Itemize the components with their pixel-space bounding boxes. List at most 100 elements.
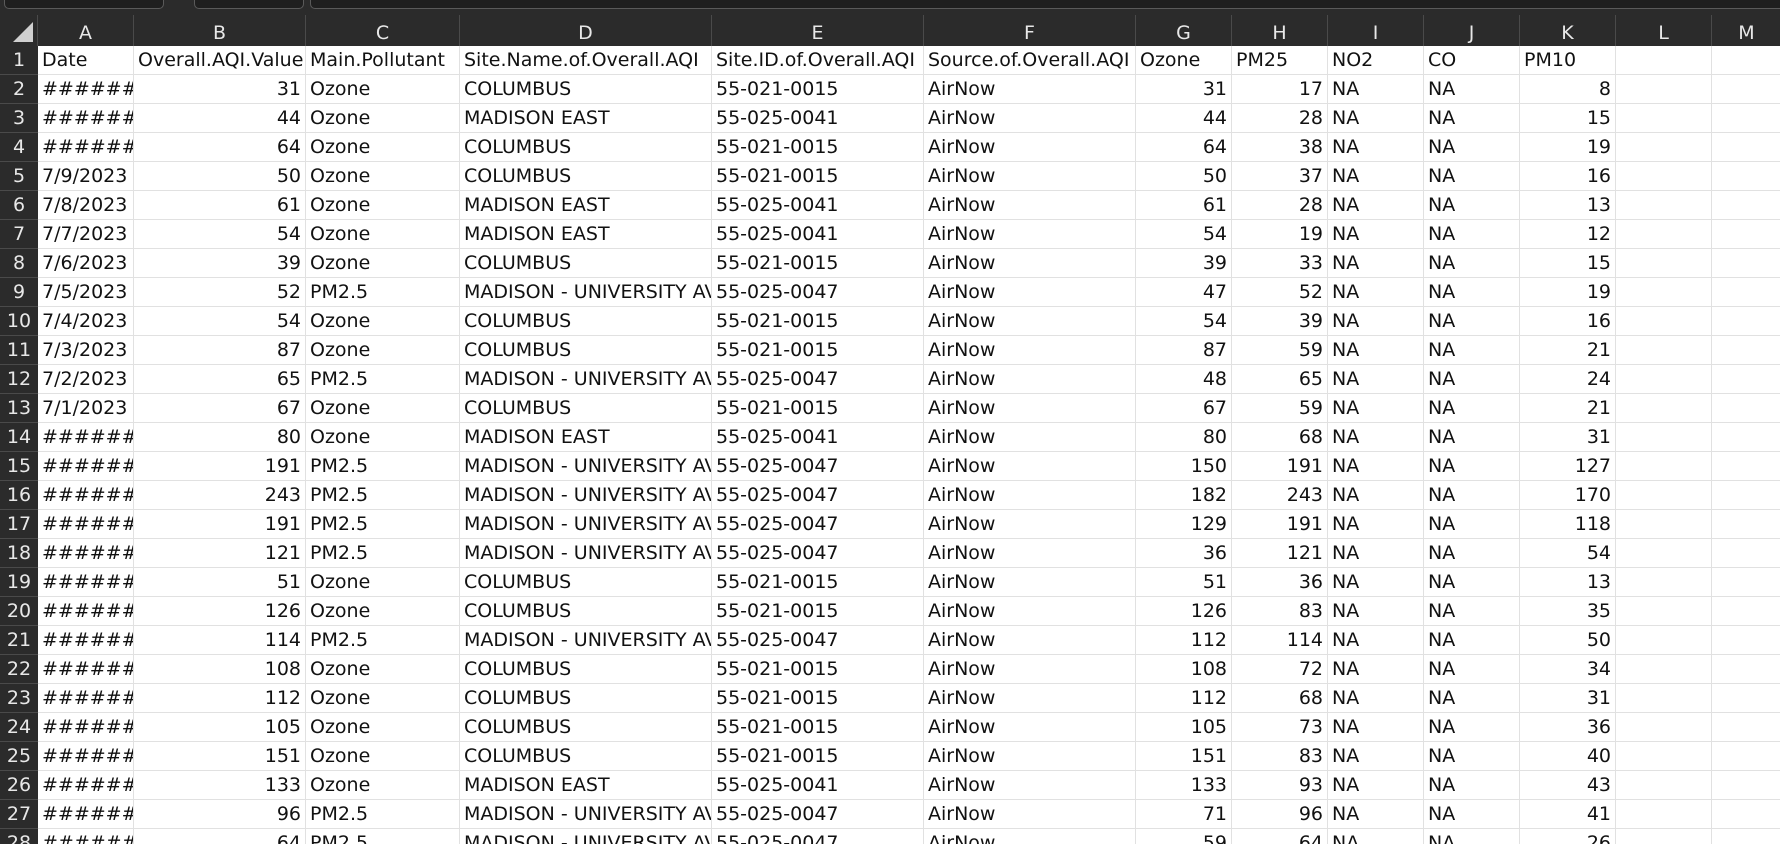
table-cell[interactable]: 182	[1136, 481, 1232, 510]
row-header-8[interactable]: 8	[0, 249, 38, 278]
table-cell[interactable]	[1712, 597, 1780, 626]
table-cell[interactable]: 7/6/2023	[38, 249, 134, 278]
table-cell[interactable]: 61	[134, 191, 306, 220]
table-cell[interactable]	[1616, 162, 1712, 191]
table-cell[interactable]: PM2.5	[306, 539, 460, 568]
table-cell[interactable]: 48	[1136, 365, 1232, 394]
table-cell[interactable]: 55-025-0047	[712, 452, 924, 481]
table-cell[interactable]: COLUMBUS	[460, 713, 712, 742]
table-cell[interactable]: NA	[1328, 162, 1424, 191]
table-cell[interactable]: ########	[38, 829, 134, 844]
table-cell[interactable]: NA	[1328, 249, 1424, 278]
table-cell[interactable]: 7/4/2023	[38, 307, 134, 336]
table-cell[interactable]	[1712, 394, 1780, 423]
table-cell[interactable]: AirNow	[924, 307, 1136, 336]
table-cell[interactable]: COLUMBUS	[460, 568, 712, 597]
column-header-d[interactable]: D	[460, 15, 712, 46]
table-cell[interactable]	[1712, 162, 1780, 191]
table-cell[interactable]: NA	[1424, 162, 1520, 191]
table-cell[interactable]	[1616, 220, 1712, 249]
row-header-18[interactable]: 18	[0, 539, 38, 568]
table-cell[interactable]: NA	[1424, 191, 1520, 220]
table-cell[interactable]	[1616, 75, 1712, 104]
table-cell[interactable]: 54	[1136, 220, 1232, 249]
table-cell[interactable]: NA	[1328, 481, 1424, 510]
table-cell[interactable]: 80	[134, 423, 306, 452]
table-cell[interactable]: 64	[134, 829, 306, 844]
table-cell[interactable]: NA	[1424, 800, 1520, 829]
table-cell[interactable]: NA	[1328, 452, 1424, 481]
table-cell[interactable]: 39	[1136, 249, 1232, 278]
table-cell[interactable]: 51	[1136, 568, 1232, 597]
table-cell[interactable]: 55-021-0015	[712, 307, 924, 336]
table-cell[interactable]: AirNow	[924, 539, 1136, 568]
table-cell[interactable]: 55-021-0015	[712, 394, 924, 423]
row-header-25[interactable]: 25	[0, 742, 38, 771]
table-cell[interactable]: NA	[1424, 104, 1520, 133]
table-cell[interactable]: 64	[134, 133, 306, 162]
table-cell[interactable]	[1712, 539, 1780, 568]
column-header-j[interactable]: J	[1424, 15, 1520, 46]
table-cell[interactable]: PM2.5	[306, 278, 460, 307]
table-cell[interactable]: NA	[1424, 336, 1520, 365]
table-cell[interactable]: 51	[134, 568, 306, 597]
column-header-a[interactable]: A	[38, 15, 134, 46]
table-cell[interactable]: PM2.5	[306, 800, 460, 829]
header-cell[interactable]	[1616, 46, 1712, 75]
table-cell[interactable]: 15	[1520, 104, 1616, 133]
table-cell[interactable]: 17	[1232, 75, 1328, 104]
table-cell[interactable]	[1616, 336, 1712, 365]
table-cell[interactable]: 93	[1232, 771, 1328, 800]
table-cell[interactable]: NA	[1328, 278, 1424, 307]
table-cell[interactable]: 55-025-0047	[712, 481, 924, 510]
table-cell[interactable]: MADISON EAST	[460, 191, 712, 220]
table-cell[interactable]: AirNow	[924, 510, 1136, 539]
row-header-23[interactable]: 23	[0, 684, 38, 713]
table-cell[interactable]	[1712, 75, 1780, 104]
table-cell[interactable]: MADISON - UNIVERSITY AV	[460, 365, 712, 394]
table-cell[interactable]: NA	[1424, 829, 1520, 844]
table-cell[interactable]: 43	[1520, 771, 1616, 800]
header-cell[interactable]: Main.Pollutant	[306, 46, 460, 75]
row-header-13[interactable]: 13	[0, 394, 38, 423]
table-cell[interactable]: NA	[1424, 278, 1520, 307]
table-cell[interactable]: 8	[1520, 75, 1616, 104]
table-cell[interactable]: NA	[1328, 220, 1424, 249]
row-header-17[interactable]: 17	[0, 510, 38, 539]
row-header-14[interactable]: 14	[0, 423, 38, 452]
table-cell[interactable]	[1712, 307, 1780, 336]
table-cell[interactable]: 55-025-0047	[712, 278, 924, 307]
table-cell[interactable]: 35	[1520, 597, 1616, 626]
table-cell[interactable]	[1616, 365, 1712, 394]
table-cell[interactable]: NA	[1424, 684, 1520, 713]
table-cell[interactable]: AirNow	[924, 597, 1136, 626]
table-cell[interactable]: NA	[1424, 742, 1520, 771]
row-header-24[interactable]: 24	[0, 713, 38, 742]
table-cell[interactable]: NA	[1328, 597, 1424, 626]
table-cell[interactable]: NA	[1328, 394, 1424, 423]
table-cell[interactable]: Ozone	[306, 249, 460, 278]
table-cell[interactable]: Ozone	[306, 104, 460, 133]
table-cell[interactable]: 150	[1136, 452, 1232, 481]
table-cell[interactable]: ########	[38, 133, 134, 162]
row-header-15[interactable]: 15	[0, 452, 38, 481]
table-cell[interactable]: NA	[1328, 104, 1424, 133]
table-cell[interactable]: PM2.5	[306, 626, 460, 655]
table-cell[interactable]	[1712, 220, 1780, 249]
table-cell[interactable]: 28	[1232, 104, 1328, 133]
table-cell[interactable]	[1616, 771, 1712, 800]
table-cell[interactable]: 87	[134, 336, 306, 365]
table-cell[interactable]: 7/1/2023	[38, 394, 134, 423]
table-cell[interactable]	[1616, 800, 1712, 829]
row-header-27[interactable]: 27	[0, 800, 38, 829]
table-cell[interactable]	[1616, 684, 1712, 713]
table-cell[interactable]	[1616, 278, 1712, 307]
table-cell[interactable]: 87	[1136, 336, 1232, 365]
table-cell[interactable]: PM2.5	[306, 365, 460, 394]
table-cell[interactable]: NA	[1424, 307, 1520, 336]
table-cell[interactable]	[1616, 133, 1712, 162]
table-cell[interactable]: NA	[1424, 481, 1520, 510]
table-cell[interactable]: ########	[38, 771, 134, 800]
table-cell[interactable]	[1616, 626, 1712, 655]
table-cell[interactable]: Ozone	[306, 771, 460, 800]
